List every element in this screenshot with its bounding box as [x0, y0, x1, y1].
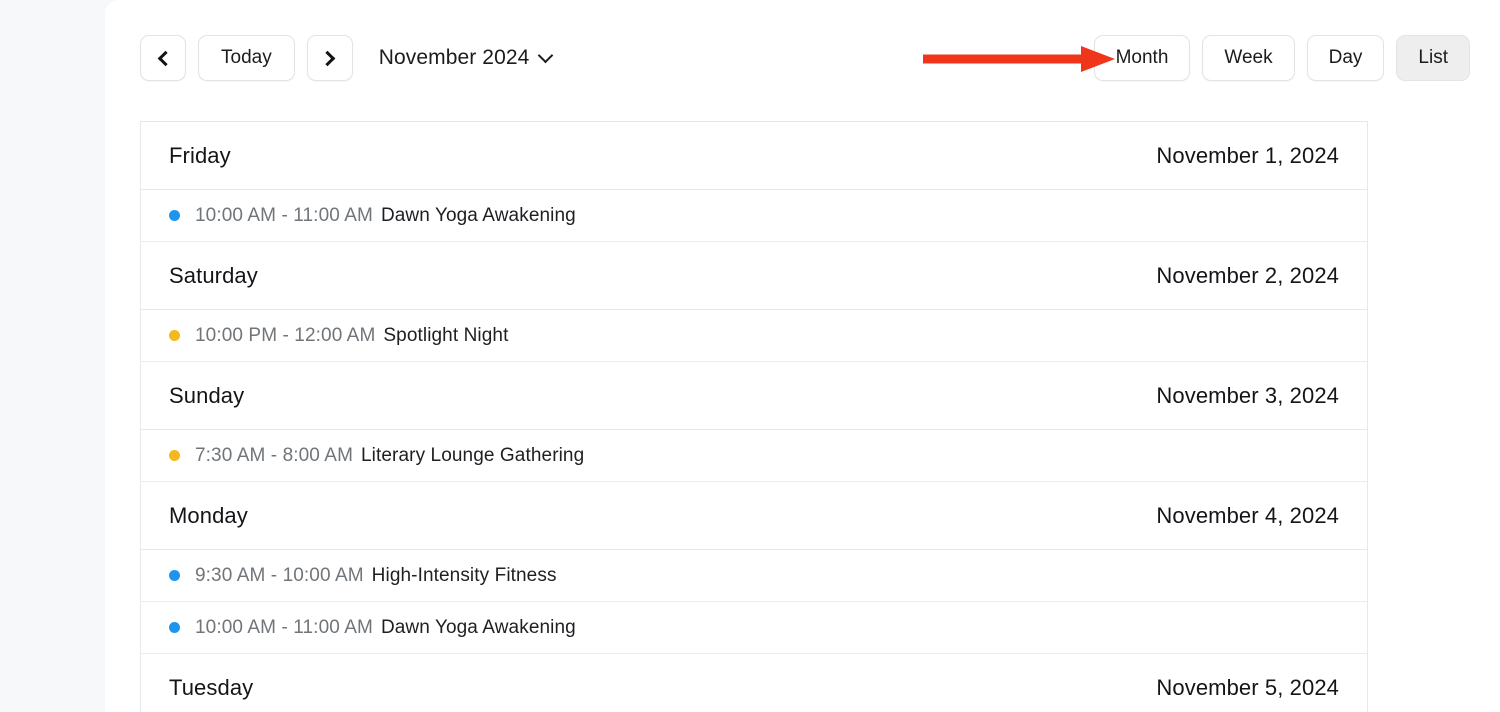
- day-date-label: November 5, 2024: [1156, 674, 1339, 700]
- view-button-week[interactable]: Week: [1202, 35, 1295, 81]
- day-weekday-label: Monday: [169, 502, 248, 528]
- day-header-row: Monday November 4, 2024: [141, 482, 1367, 550]
- event-row[interactable]: 10:00 PM - 12:00 AM Spotlight Night: [141, 310, 1367, 362]
- event-row[interactable]: 9:30 AM - 10:00 AM High-Intensity Fitnes…: [141, 550, 1367, 602]
- day-date-label: November 2, 2024: [1156, 262, 1339, 288]
- day-date-label: November 4, 2024: [1156, 502, 1339, 528]
- calendar-app: Today November 2024 Month Week Day List: [0, 0, 1500, 712]
- day-header-row: Tuesday November 5, 2024: [141, 654, 1367, 712]
- event-time-label: 9:30 AM - 10:00 AM: [195, 564, 364, 586]
- day-weekday-label: Saturday: [169, 262, 258, 288]
- navigation-group: Today November 2024: [140, 34, 554, 82]
- page-card: Today November 2024 Month Week Day List: [105, 0, 1500, 712]
- event-color-dot: [169, 450, 180, 461]
- view-button-list[interactable]: List: [1396, 35, 1470, 81]
- event-title-label: Dawn Yoga Awakening: [380, 616, 576, 638]
- day-header-row: Saturday November 2, 2024: [141, 242, 1367, 310]
- event-list-table: Friday November 1, 2024 10:00 AM - 11:00…: [140, 121, 1368, 712]
- chevron-right-icon: [319, 50, 336, 66]
- event-time-label: 10:00 AM - 11:00 AM: [195, 204, 373, 226]
- day-weekday-label: Friday: [169, 142, 231, 168]
- event-title-label: High-Intensity Fitness: [371, 564, 557, 586]
- next-period-button[interactable]: [306, 35, 353, 81]
- current-period-label: November 2024: [378, 46, 530, 69]
- day-date-label: November 1, 2024: [1156, 142, 1339, 168]
- event-color-dot: [169, 622, 180, 633]
- day-header-row: Friday November 1, 2024: [141, 122, 1367, 190]
- day-weekday-label: Sunday: [169, 382, 245, 408]
- event-title-label: Literary Lounge Gathering: [361, 444, 585, 466]
- chevron-down-icon: [538, 47, 554, 64]
- event-title-label: Spotlight Night: [383, 324, 509, 346]
- view-switcher: Month Week Day List: [1093, 34, 1470, 82]
- today-button[interactable]: Today: [198, 35, 295, 81]
- event-color-dot: [169, 330, 180, 341]
- event-color-dot: [169, 210, 180, 221]
- view-button-month[interactable]: Month: [1093, 35, 1191, 81]
- chevron-left-icon: [157, 50, 173, 66]
- event-time-label: 7:30 AM - 8:00 AM: [195, 444, 354, 466]
- previous-period-button[interactable]: [140, 35, 186, 81]
- event-row[interactable]: 7:30 AM - 8:00 AM Literary Lounge Gather…: [141, 430, 1367, 482]
- event-time-label: 10:00 PM - 12:00 AM: [195, 324, 376, 346]
- event-row[interactable]: 10:00 AM - 11:00 AM Dawn Yoga Awakening: [141, 602, 1367, 654]
- event-time-label: 10:00 AM - 11:00 AM: [195, 616, 373, 638]
- event-row[interactable]: 10:00 AM - 11:00 AM Dawn Yoga Awakening: [141, 190, 1367, 242]
- event-title-label: Dawn Yoga Awakening: [380, 204, 576, 226]
- event-color-dot: [169, 570, 180, 581]
- calendar-toolbar: Today November 2024 Month Week Day List: [140, 34, 1470, 82]
- day-date-label: November 3, 2024: [1156, 382, 1339, 408]
- day-weekday-label: Tuesday: [169, 674, 254, 700]
- view-button-day[interactable]: Day: [1306, 35, 1385, 81]
- day-header-row: Sunday November 3, 2024: [141, 362, 1367, 430]
- period-selector[interactable]: November 2024: [378, 35, 554, 81]
